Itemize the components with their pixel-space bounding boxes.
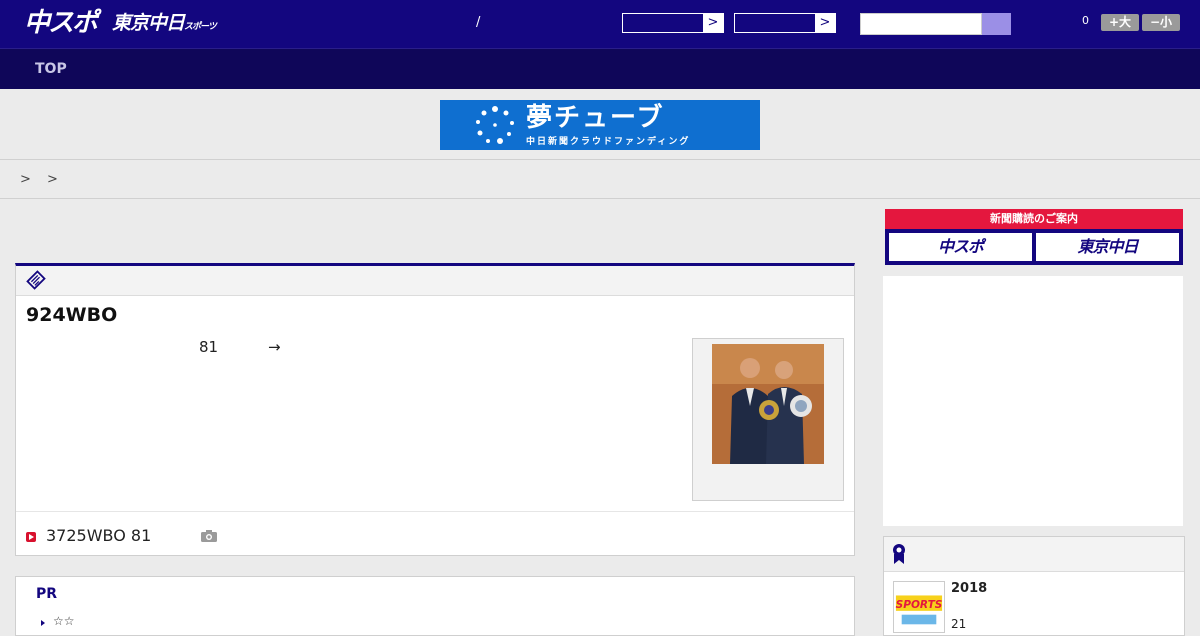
- article-title: 924WBO: [26, 304, 118, 326]
- subscribe-title: 新聞購読のご案内: [885, 209, 1183, 229]
- tokyo-chunichi-logo-text: 東京中日: [112, 12, 185, 34]
- breadcrumb-bar: [0, 160, 1200, 199]
- bullet-icon: [41, 620, 45, 626]
- area-select-1[interactable]: >: [622, 13, 724, 33]
- article-divider: [16, 511, 854, 512]
- dots-circle-icon: [476, 106, 514, 144]
- chevron-right-icon: >: [703, 14, 723, 32]
- subscribe-chuspo[interactable]: 中スポ: [889, 233, 1032, 261]
- camera-icon: [201, 530, 217, 542]
- nav-item-top[interactable]: TOP: [35, 61, 67, 77]
- area-select-2[interactable]: >: [734, 13, 836, 33]
- banner-subtitle: 中日新聞クラウドファンディング: [526, 137, 691, 147]
- font-size-count: 0: [1082, 14, 1089, 27]
- search-input[interactable]: [860, 13, 982, 35]
- ranking-sub: 21: [951, 617, 967, 631]
- main-nav: [0, 48, 1200, 89]
- ranking-header: [884, 537, 1184, 572]
- font-smaller-button[interactable]: −小: [1142, 14, 1180, 31]
- chuspo-logo[interactable]: 中スポ: [24, 6, 98, 40]
- subscribe-tokyo-chunichi[interactable]: 東京中日: [1036, 233, 1179, 261]
- article-photo[interactable]: [712, 344, 824, 464]
- article-number: 81: [199, 338, 219, 356]
- pr-item[interactable]: ☆☆: [53, 614, 75, 628]
- svg-text:SPORTS: SPORTS: [896, 599, 943, 611]
- breadcrumb[interactable]: > >: [20, 172, 64, 187]
- play-icon: [26, 532, 36, 542]
- article-header: [16, 266, 854, 296]
- news-icon: [26, 270, 46, 290]
- banner-title: 夢チューブ: [526, 103, 665, 133]
- ranking-thumbnail[interactable]: SPORTS: [893, 581, 945, 633]
- ad-slot: [883, 276, 1183, 526]
- pr-box: [15, 576, 855, 636]
- search-button[interactable]: [982, 13, 1011, 35]
- tokyo-chunichi-logo-small: スポーツ: [184, 22, 217, 32]
- header-slash: /: [476, 15, 481, 30]
- chevron-right-icon: >: [815, 14, 835, 32]
- article-arrow: →: [268, 338, 281, 356]
- tokyo-chunichi-logo[interactable]: 東京中日スポーツ: [112, 10, 217, 40]
- related-link[interactable]: 3725WBO 81: [46, 526, 151, 545]
- ranking-year[interactable]: 2018: [951, 581, 987, 596]
- pr-title: PR: [36, 586, 58, 602]
- font-larger-button[interactable]: +大: [1101, 14, 1139, 31]
- ribbon-icon: [893, 544, 905, 564]
